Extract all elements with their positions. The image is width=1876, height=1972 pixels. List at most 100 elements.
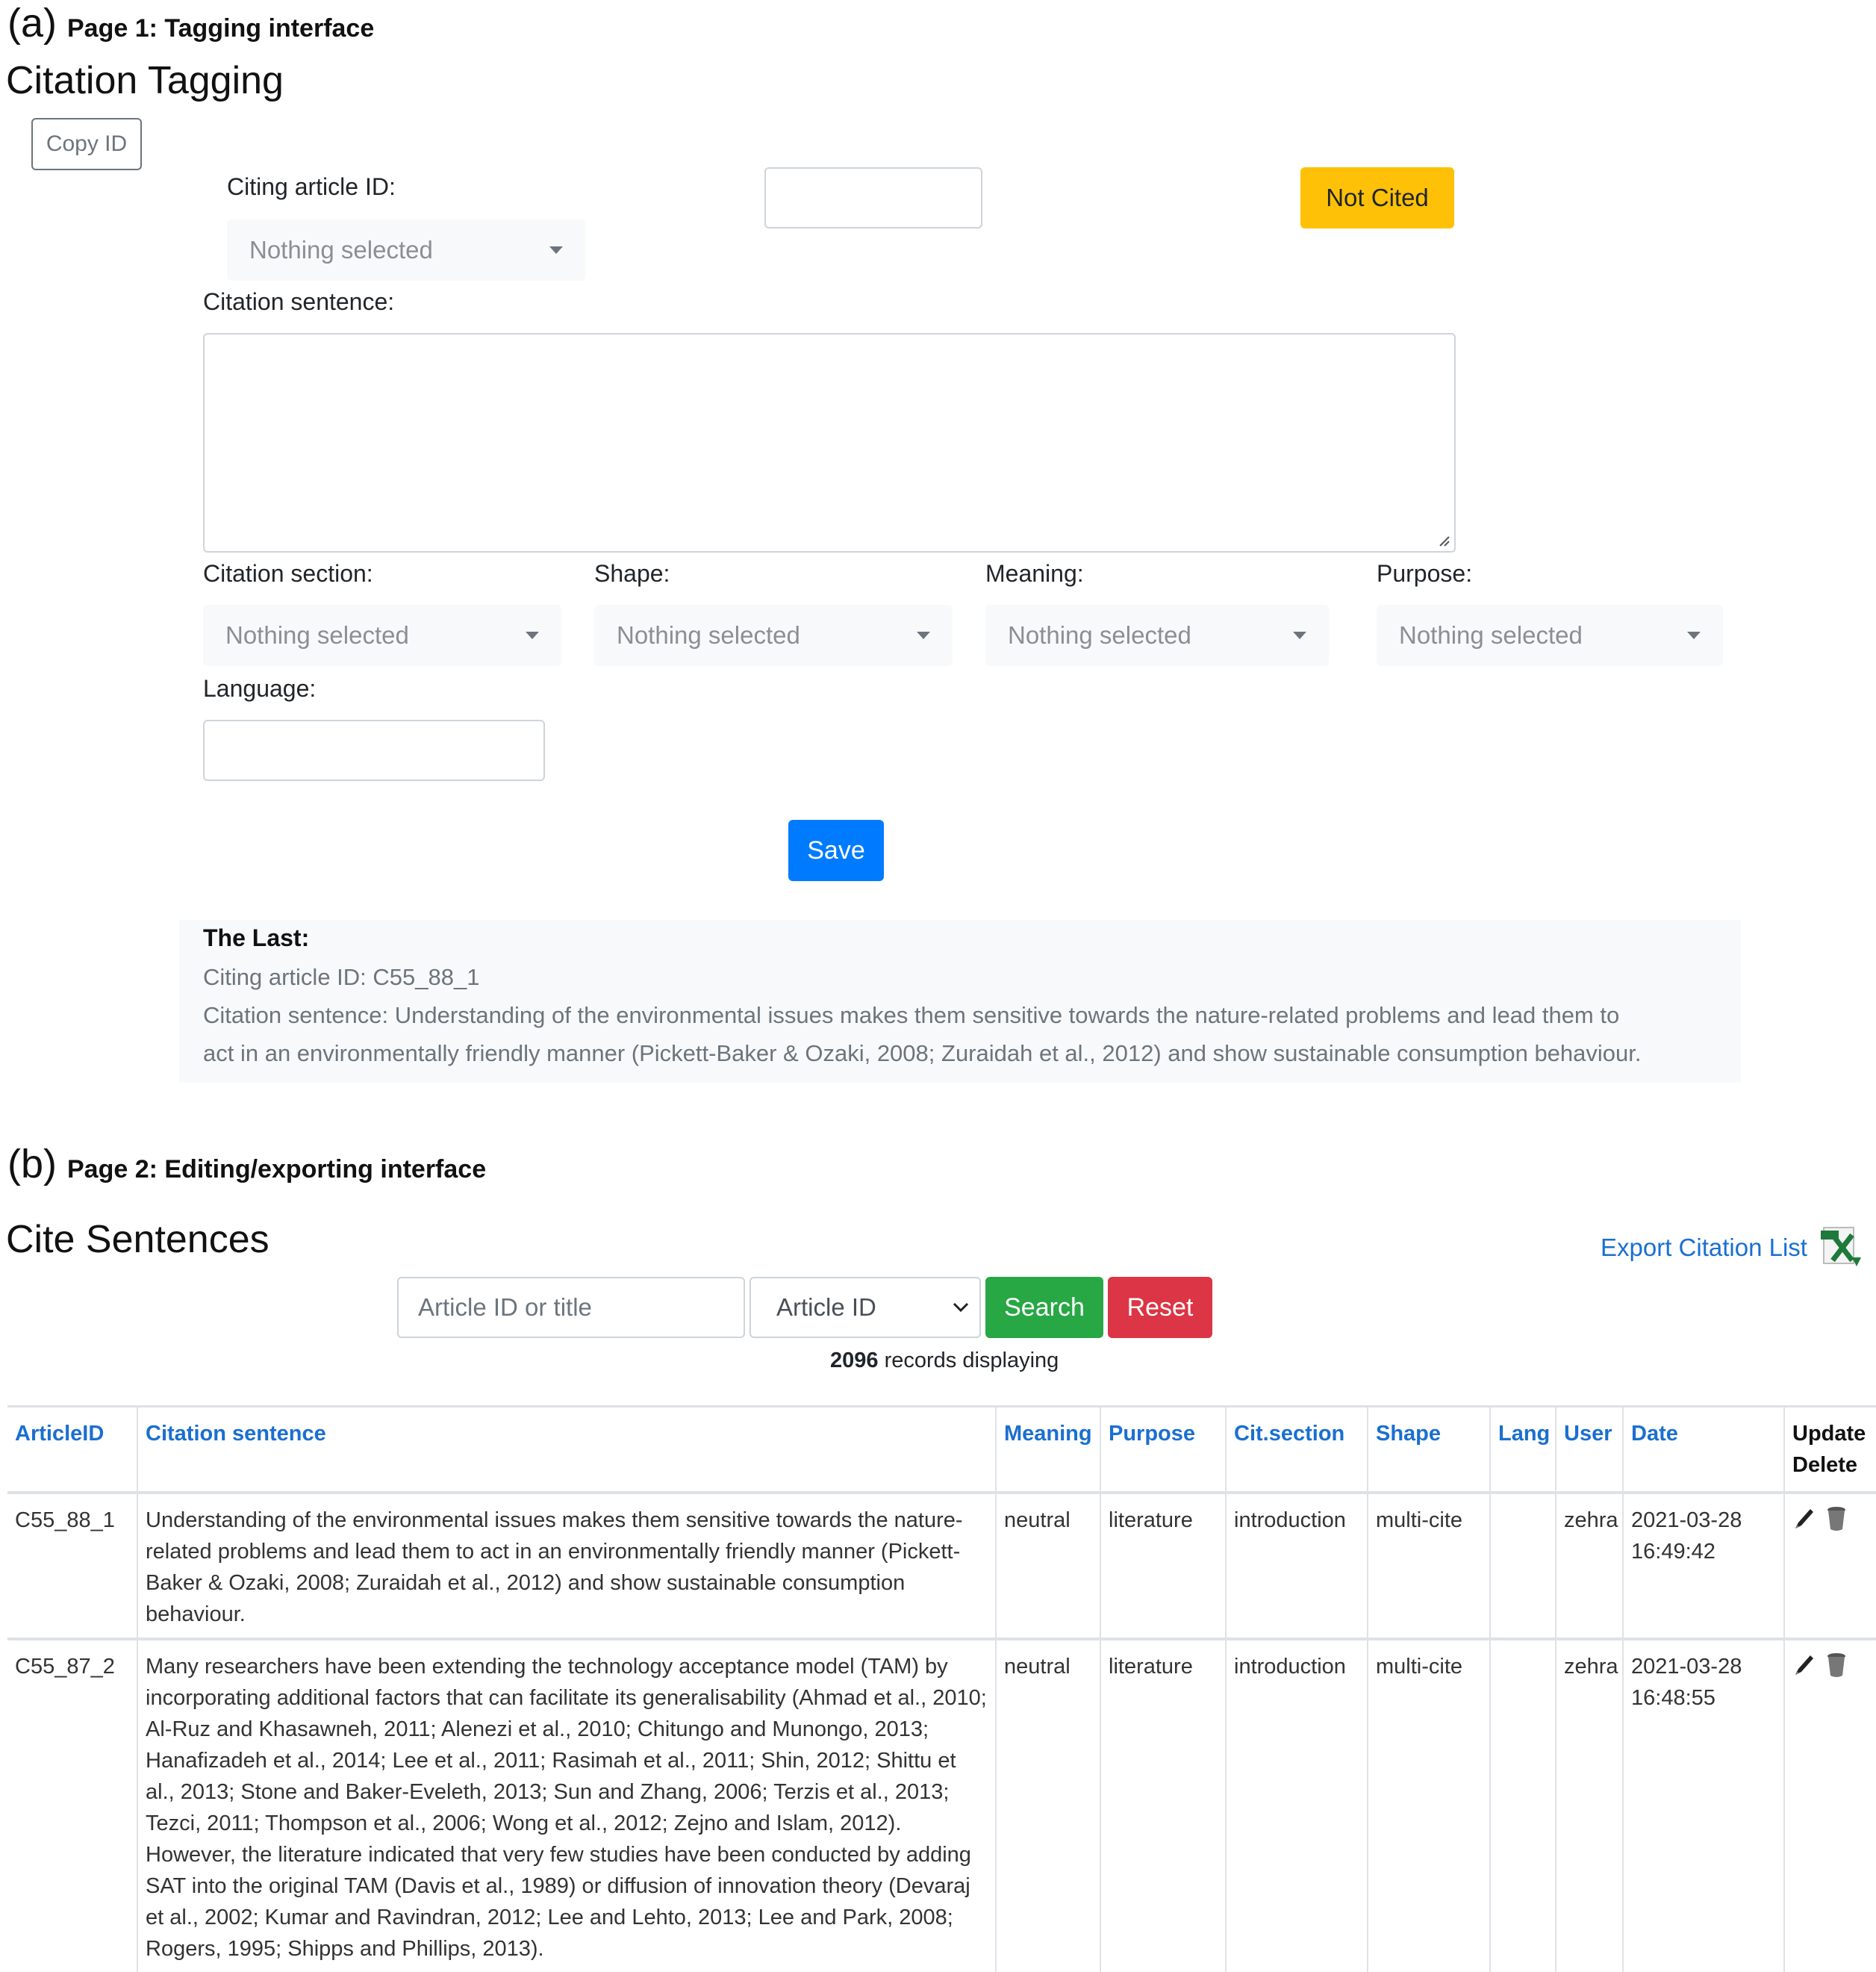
time-value: 16:48:55	[1631, 1686, 1715, 1710]
copy-id-button[interactable]: Copy ID	[31, 118, 142, 170]
citation-section-picker[interactable]: Nothing selected	[203, 605, 561, 666]
chevron-down-icon	[1687, 632, 1701, 639]
cell-date: 2021-03-28 16:49:42	[1622, 1493, 1784, 1640]
records-number: 2096	[830, 1349, 879, 1372]
article-id-input[interactable]	[764, 167, 982, 228]
cell-article-id: C55_88_1	[7, 1493, 137, 1640]
cell-date: 2021-03-28 16:48:55	[1622, 1639, 1784, 1972]
last-sentence-line2: act in an environmentally friendly manne…	[203, 1040, 1642, 1066]
header-articleid[interactable]: ArticleID	[7, 1405, 137, 1494]
header-user[interactable]: User	[1555, 1405, 1623, 1494]
chevron-down-icon	[953, 1302, 969, 1313]
header-shape[interactable]: Shape	[1367, 1405, 1490, 1494]
language-input[interactable]	[203, 720, 545, 781]
search-button[interactable]: Search	[985, 1277, 1103, 1338]
shape-picker[interactable]: Nothing selected	[594, 605, 953, 666]
citation-section-label: Citation section:	[203, 560, 373, 587]
pencil-icon[interactable]	[1792, 1652, 1815, 1678]
citation-sentence-textarea[interactable]	[203, 333, 1456, 553]
resize-grip-icon[interactable]	[1438, 535, 1450, 547]
pencil-icon[interactable]	[1792, 1506, 1815, 1531]
picker-value: Nothing selected	[1399, 621, 1583, 649]
table-row: C55_88_1 Understanding of the environmen…	[7, 1493, 1876, 1640]
last-entry-panel: The Last: Citing article ID: C55_88_1 Ci…	[179, 920, 1741, 1083]
page-title: Citation Tagging	[6, 59, 284, 102]
last-sentence: Citation sentence: Understanding of the …	[203, 996, 1717, 1034]
header-citation-sentence[interactable]: Citation sentence	[137, 1405, 996, 1494]
header-cit-section[interactable]: Cit.section	[1225, 1405, 1368, 1494]
date-value: 2021-03-28	[1631, 1508, 1742, 1532]
citations-table: ArticleID Citation sentence Meaning Purp…	[7, 1405, 1876, 1972]
export-citation-list-link[interactable]: Export Citation List	[1601, 1225, 1866, 1271]
search-input[interactable]: Article ID or title	[397, 1277, 745, 1338]
chevron-down-icon	[917, 632, 930, 639]
cell-user: zehra	[1555, 1493, 1623, 1640]
citing-article-picker[interactable]: Nothing selected	[227, 220, 585, 281]
last-sentence-line1: Understanding of the environmental issue…	[394, 1002, 1620, 1028]
cell-actions	[1783, 1493, 1876, 1640]
shape-label: Shape:	[594, 560, 670, 587]
not-cited-button[interactable]: Not Cited	[1300, 167, 1454, 228]
table-header-row: ArticleID Citation sentence Meaning Purp…	[7, 1405, 1876, 1494]
cell-section: introduction	[1225, 1639, 1368, 1972]
picker-value: Nothing selected	[617, 621, 800, 649]
cell-meaning: neutral	[995, 1639, 1100, 1972]
figure-caption-a: (a) Page 1: Tagging interface	[7, 0, 374, 46]
caption-letter: (a)	[7, 1, 57, 46]
last-sentence-label: Citation sentence:	[203, 1002, 389, 1028]
caption-letter: (b)	[7, 1142, 57, 1186]
meaning-picker[interactable]: Nothing selected	[985, 605, 1329, 666]
cell-user: zehra	[1555, 1639, 1623, 1972]
save-button[interactable]: Save	[788, 820, 884, 881]
chevron-down-icon	[549, 246, 563, 254]
header-purpose[interactable]: Purpose	[1100, 1405, 1226, 1494]
time-value: 16:49:42	[1631, 1540, 1715, 1564]
caption-text: Page 2: Editing/exporting interface	[67, 1155, 487, 1183]
meaning-label: Meaning:	[985, 560, 1084, 587]
cell-meaning: neutral	[995, 1493, 1100, 1640]
last-citing-id-value: C55_88_1	[373, 964, 480, 990]
cell-section: introduction	[1225, 1493, 1368, 1640]
cell-sentence: Understanding of the environmental issue…	[137, 1493, 996, 1640]
picker-value: Nothing selected	[1008, 621, 1191, 649]
reset-button[interactable]: Reset	[1108, 1277, 1212, 1338]
last-citing-id-label: Citing article ID:	[203, 964, 367, 990]
cell-sentence: Many researchers have been extending the…	[137, 1639, 996, 1972]
cell-purpose: literature	[1100, 1493, 1226, 1640]
purpose-label: Purpose:	[1377, 560, 1473, 587]
table-row: C55_87_2 Many researchers have been exte…	[7, 1639, 1876, 1972]
cell-shape: multi-cite	[1367, 1639, 1490, 1972]
search-placeholder: Article ID or title	[418, 1293, 592, 1321]
figure-caption-b: (b) Page 2: Editing/exporting interface	[7, 1141, 486, 1187]
chevron-down-icon	[526, 632, 539, 639]
export-label: Export Citation List	[1601, 1234, 1807, 1261]
picker-value: Nothing selected	[249, 236, 433, 264]
header-delete: Delete	[1792, 1453, 1858, 1477]
trash-icon[interactable]	[1825, 1652, 1848, 1678]
search-by-select[interactable]: Article ID	[750, 1277, 981, 1338]
trash-icon[interactable]	[1825, 1506, 1848, 1531]
cell-actions	[1783, 1639, 1876, 1972]
excel-export-icon	[1820, 1227, 1861, 1266]
select-value: Article ID	[776, 1293, 876, 1321]
page-title: Cite Sentences	[6, 1218, 269, 1261]
cell-lang	[1489, 1639, 1556, 1972]
header-meaning[interactable]: Meaning	[995, 1405, 1100, 1494]
cell-shape: multi-cite	[1367, 1493, 1490, 1640]
caption-text: Page 1: Tagging interface	[67, 14, 375, 43]
cell-lang	[1489, 1493, 1556, 1640]
header-date[interactable]: Date	[1622, 1405, 1784, 1494]
header-update-delete: Update Delete	[1783, 1405, 1876, 1494]
cell-purpose: literature	[1100, 1639, 1226, 1972]
header-lang[interactable]: Lang	[1489, 1405, 1556, 1494]
picker-value: Nothing selected	[225, 621, 409, 649]
chevron-down-icon	[1293, 632, 1306, 639]
citing-article-label: Citing article ID:	[227, 173, 396, 200]
last-citing-id: Citing article ID: C55_88_1	[203, 958, 1717, 996]
language-label: Language:	[203, 675, 317, 702]
last-entry-title: The Last:	[203, 924, 310, 951]
records-suffix: records displaying	[878, 1349, 1059, 1372]
purpose-picker[interactable]: Nothing selected	[1377, 605, 1723, 666]
header-update: Update	[1792, 1422, 1866, 1446]
cell-article-id: C55_87_2	[15, 1655, 115, 1679]
